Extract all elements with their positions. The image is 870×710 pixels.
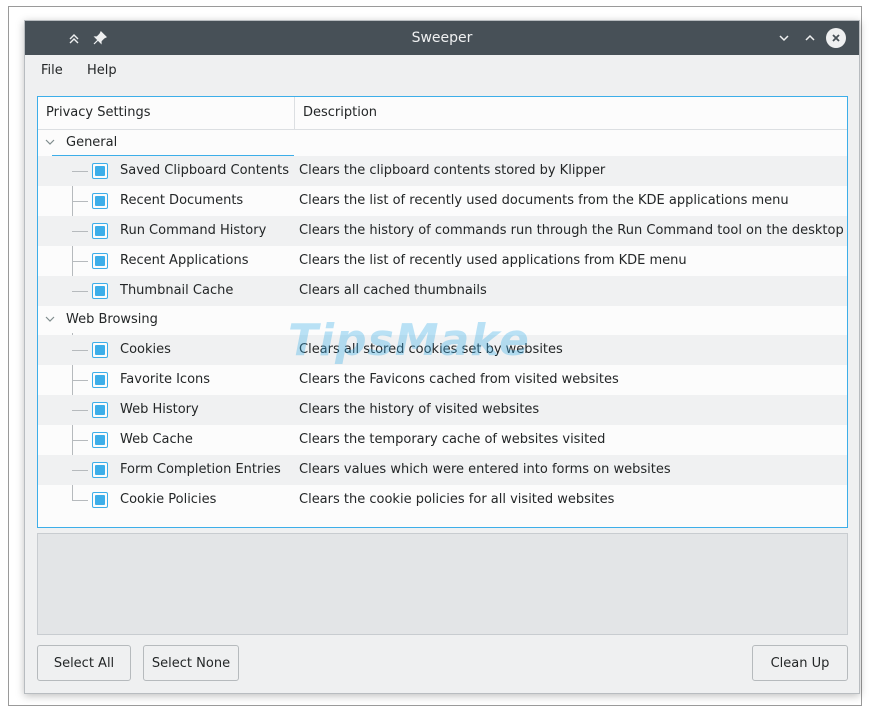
tree-header: Privacy Settings Description [38, 97, 847, 130]
tree-item[interactable]: Thumbnail Cache Clears all cached thumbn… [38, 276, 847, 306]
item-checkbox[interactable] [92, 402, 108, 418]
tree-branch-line [72, 291, 88, 292]
item-label: Cookie Policies [120, 492, 217, 507]
tree-branch-line [72, 231, 88, 232]
item-label: Favorite Icons [120, 372, 211, 387]
item-description: Clears the Favicons cached from visited … [299, 372, 619, 387]
group-row-general[interactable]: General [38, 130, 847, 156]
item-checkbox[interactable] [92, 223, 108, 239]
item-label: Web Cache [120, 432, 193, 447]
tree-branch-line [72, 201, 88, 202]
item-label: Recent Documents [120, 193, 244, 208]
tree-item[interactable]: Cookies Clears all stored cookies set by… [38, 335, 847, 365]
item-label: Web History [120, 402, 199, 417]
item-checkbox[interactable] [92, 462, 108, 478]
clean-up-button[interactable]: Clean Up [752, 645, 848, 681]
item-description: Clears all stored cookies set by website… [299, 342, 563, 357]
item-description: Clears the history of commands run throu… [299, 223, 844, 238]
item-description: Clears the list of recently used documen… [299, 193, 789, 208]
tree-branch-line [72, 440, 88, 441]
select-all-button[interactable]: Select All [37, 645, 131, 681]
item-label: Run Command History [120, 223, 267, 238]
item-checkbox[interactable] [92, 193, 108, 209]
maximize-icon[interactable] [799, 27, 821, 49]
tree-branch-line [72, 470, 88, 471]
tree-item[interactable]: Recent Documents Clears the list of rece… [38, 186, 847, 216]
tree-item[interactable]: Web History Clears the history of visite… [38, 395, 847, 425]
item-description: Clears the list of recently used applica… [299, 253, 687, 268]
tree-item[interactable]: Saved Clipboard Contents Clears the clip… [38, 156, 847, 186]
header-privacy-settings[interactable]: Privacy Settings [38, 97, 294, 129]
chevron-down-icon[interactable] [44, 314, 56, 326]
item-description: Clears the temporary cache of websites v… [299, 432, 606, 447]
menu-file[interactable]: File [41, 63, 63, 78]
tree-branch-line [72, 500, 88, 501]
item-label: Thumbnail Cache [120, 283, 234, 298]
group-label: Web Browsing [66, 312, 158, 327]
privacy-settings-tree: Privacy Settings Description General Sav… [37, 96, 848, 528]
header-description[interactable]: Description [295, 97, 845, 129]
item-description: Clears all cached thumbnails [299, 283, 487, 298]
item-label: Recent Applications [120, 253, 249, 268]
window-title: Sweeper [411, 30, 473, 46]
tree-branch-line [72, 350, 88, 351]
minimize-icon[interactable] [773, 27, 795, 49]
item-description: Clears values which were entered into fo… [299, 462, 671, 477]
tree-item[interactable]: Favorite Icons Clears the Favicons cache… [38, 365, 847, 395]
tree-item[interactable]: Recent Applications Clears the list of r… [38, 246, 847, 276]
tree-item[interactable]: Form Completion Entries Clears values wh… [38, 455, 847, 485]
tree-branch-line [72, 261, 88, 262]
details-panel [37, 533, 848, 635]
tree-item[interactable]: Cookie Policies Clears the cookie polici… [38, 485, 847, 515]
menu-help[interactable]: Help [87, 63, 117, 78]
item-description: Clears the clipboard contents stored by … [299, 163, 606, 178]
tree-branch-line [72, 410, 88, 411]
item-checkbox[interactable] [92, 342, 108, 358]
item-checkbox[interactable] [92, 492, 108, 508]
tree-item[interactable]: Web Cache Clears the temporary cache of … [38, 425, 847, 455]
close-icon[interactable] [826, 28, 846, 48]
item-description: Clears the history of visited websites [299, 402, 540, 417]
item-checkbox[interactable] [92, 253, 108, 269]
item-checkbox[interactable] [92, 372, 108, 388]
select-none-button[interactable]: Select None [143, 645, 239, 681]
chevron-down-icon[interactable] [44, 137, 56, 149]
group-label: General [66, 135, 118, 150]
item-label: Form Completion Entries [120, 462, 281, 477]
sweeper-window: Sweeper File Help Privacy Settings Descr… [24, 20, 860, 694]
item-checkbox[interactable] [92, 163, 108, 179]
group-row-web-browsing[interactable]: Web Browsing [38, 307, 847, 333]
tree-item[interactable]: Run Command History Clears the history o… [38, 216, 847, 246]
item-checkbox[interactable] [92, 283, 108, 299]
tree-branch-line [72, 171, 88, 172]
item-label: Saved Clipboard Contents [120, 163, 289, 178]
item-checkbox[interactable] [92, 432, 108, 448]
tree-branch-line [72, 380, 88, 381]
item-description: Clears the cookie policies for all visit… [299, 492, 615, 507]
menu-bar: File Help [25, 55, 859, 85]
item-label: Cookies [120, 342, 171, 357]
title-bar: Sweeper [25, 21, 859, 55]
